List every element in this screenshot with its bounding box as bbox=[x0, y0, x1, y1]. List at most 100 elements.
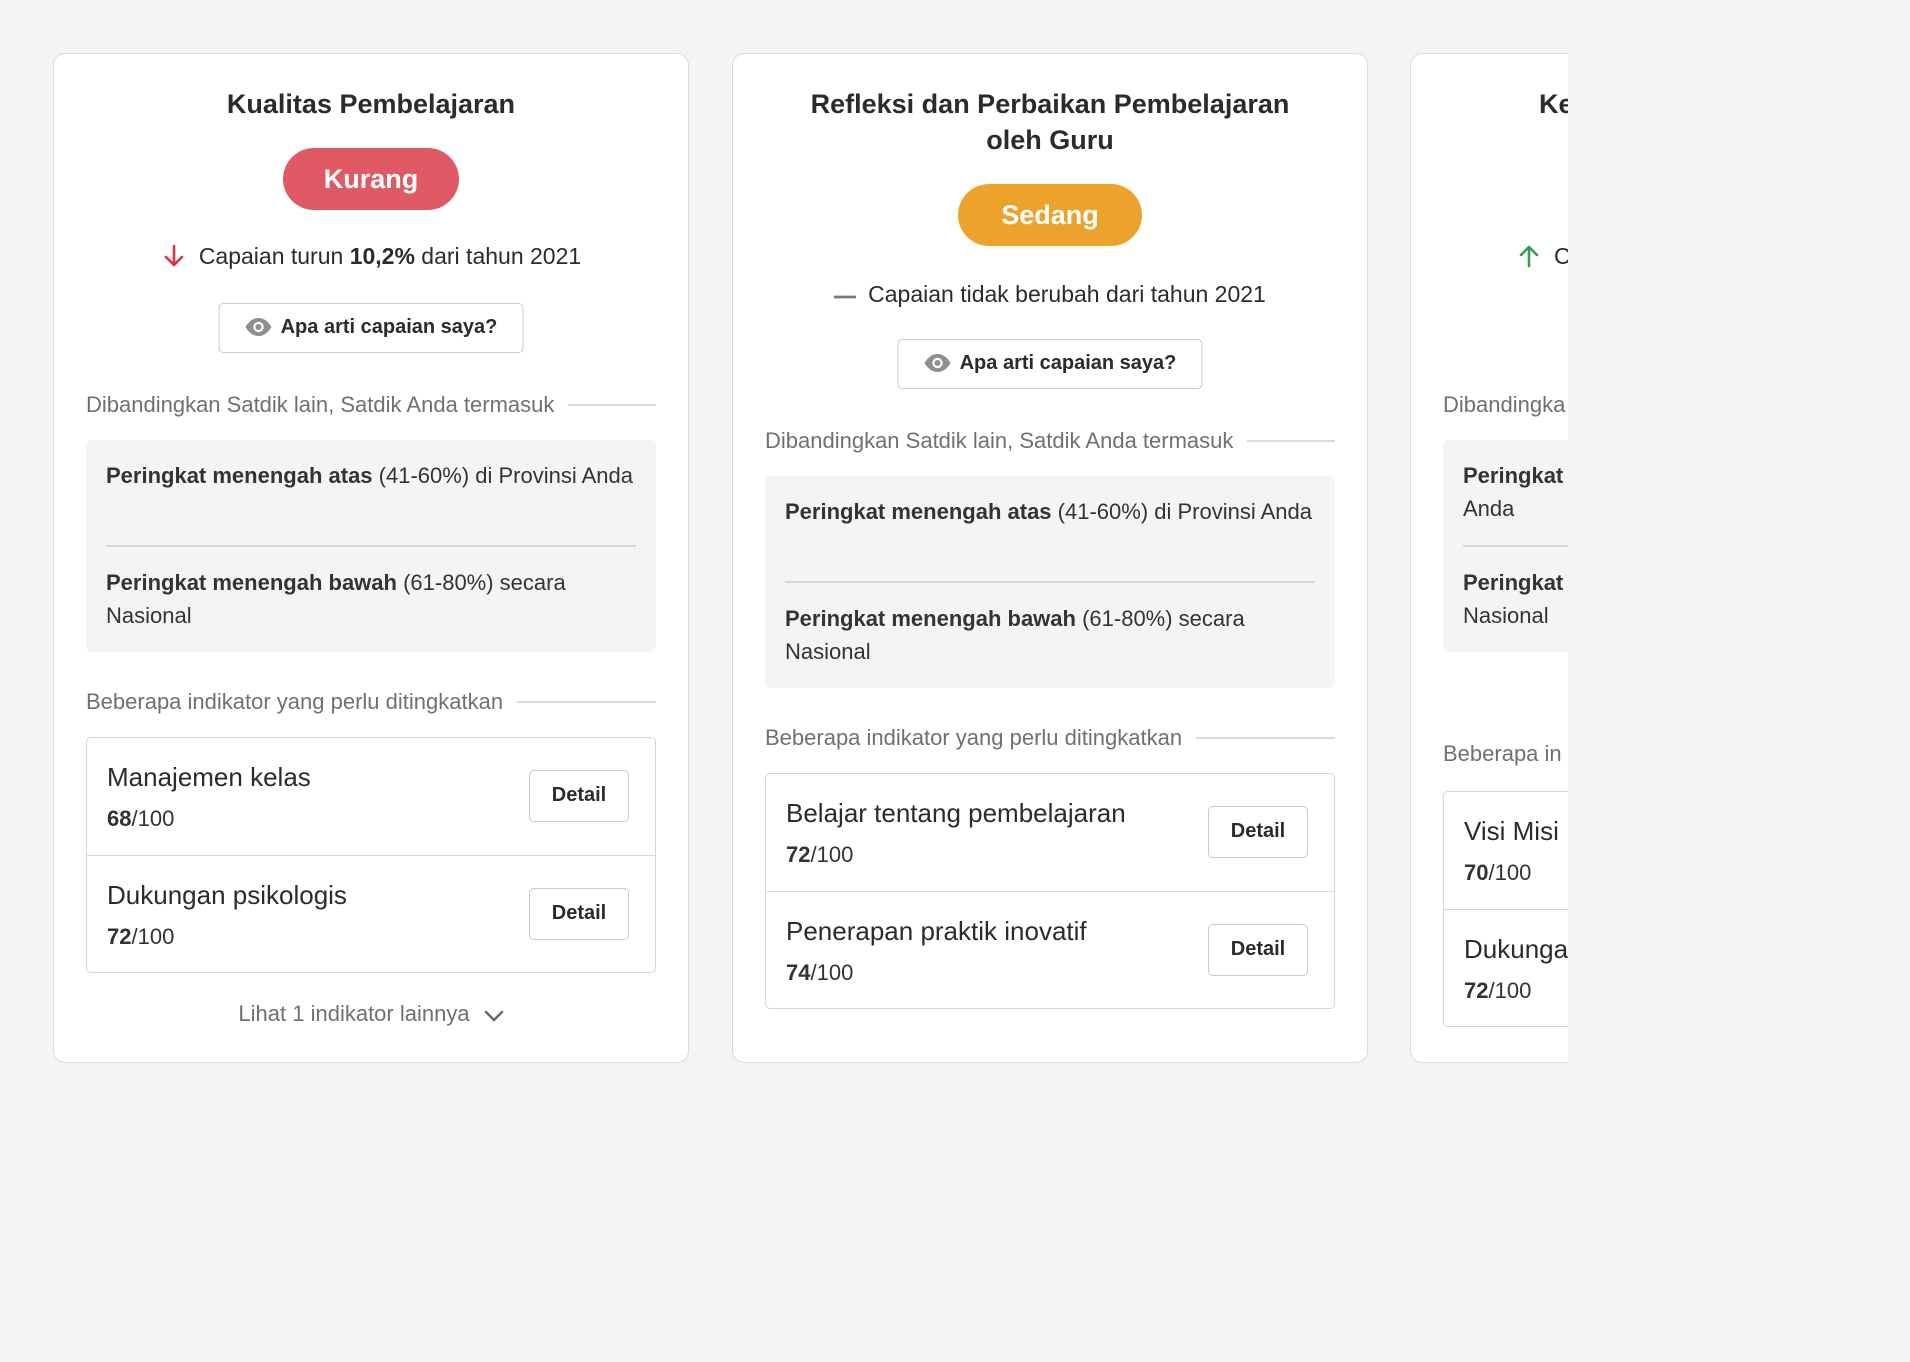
card-title-line: oleh Guru bbox=[986, 125, 1114, 155]
trend-text: Capaian turun 10,2% dari tahun 2021 bbox=[86, 241, 656, 276]
indicator-list: Visi Misi 70/100 Dukunga 72/100 bbox=[1443, 791, 1568, 1027]
rank-rest: Anda bbox=[1463, 496, 1515, 521]
card-title: Ke bbox=[1539, 89, 1568, 119]
rank-bold: Peringkat menengah bawah bbox=[785, 606, 1076, 631]
rank-item-national: Peringkat Nasional bbox=[1463, 566, 1563, 632]
rank-item-province: Peringkat Anda bbox=[1463, 459, 1563, 525]
card-title: Kualitas Pembelajaran bbox=[226, 89, 516, 119]
indicator-name: Belajar tentang pembelajaran bbox=[786, 798, 1126, 828]
score-value: 74 bbox=[786, 960, 811, 985]
compare-label-text: Dibandingkan Satdik lain, Satdik Anda te… bbox=[86, 392, 555, 417]
rank-box: Peringkat menengah atas (41-60%) di Prov… bbox=[765, 476, 1335, 688]
indicator-score: 72/100 bbox=[107, 922, 174, 952]
detail-button[interactable]: Detail bbox=[529, 888, 629, 940]
chevron-down-icon bbox=[484, 1001, 504, 1031]
score-max: /100 bbox=[131, 806, 175, 831]
trend-label: Capaian tidak berubah dari tahun 2021 bbox=[868, 281, 1266, 307]
score-value: 70 bbox=[1464, 860, 1489, 885]
detail-button[interactable]: Detail bbox=[1208, 924, 1308, 976]
divider bbox=[1196, 737, 1335, 739]
indicator-row: Dukungan psikologis 72/100 Detail bbox=[87, 855, 655, 973]
indicator-score: 72/100 bbox=[1464, 976, 1531, 1006]
compare-section-label: Dibandingka bbox=[1443, 392, 1566, 417]
rank-item-national: Peringkat menengah bawah (61-80%) secara… bbox=[106, 566, 636, 632]
indicator-row: Penerapan praktik inovatif 74/100 Detail bbox=[766, 891, 1334, 1009]
divider bbox=[106, 545, 636, 547]
detail-button[interactable]: Detail bbox=[529, 770, 629, 822]
indicator-list: Manajemen kelas 68/100 Detail Dukungan p… bbox=[86, 737, 656, 973]
indicator-name: Visi Misi bbox=[1464, 816, 1559, 846]
card-title: Refleksi dan Perbaikan Pembelajaran oleh… bbox=[765, 86, 1335, 158]
indicator-row: Manajemen kelas 68/100 Detail bbox=[87, 738, 655, 855]
trend-value: 10,2% bbox=[349, 243, 415, 269]
meaning-button-label: Apa arti capaian saya? bbox=[280, 316, 498, 338]
status-badge: Kurang bbox=[283, 148, 459, 210]
score-value: 72 bbox=[1464, 978, 1489, 1003]
trend-suffix: dari tahun 2021 bbox=[414, 243, 582, 269]
rank-bold: Peringkat menengah atas bbox=[785, 499, 1052, 524]
score-max: /100 bbox=[810, 960, 854, 985]
score-value: 72 bbox=[107, 924, 132, 949]
indicator-list: Belajar tentang pembelajaran 72/100 Deta… bbox=[765, 773, 1335, 1009]
compare-label-text: Dibandingkan Satdik lain, Satdik Anda te… bbox=[765, 428, 1234, 453]
compare-section-label: Dibandingkan Satdik lain, Satdik Anda te… bbox=[765, 426, 1335, 456]
rank-item-province: Peringkat menengah atas (41-60%) di Prov… bbox=[785, 495, 1315, 528]
trend-text: Capaian tidak berubah dari tahun 2021 bbox=[765, 277, 1335, 309]
rank-rest: (41-60%) di Provinsi Anda bbox=[372, 463, 634, 488]
rank-box: Peringkat Anda Peringkat Nasional bbox=[1443, 440, 1568, 652]
indicator-score: 72/100 bbox=[786, 840, 853, 870]
divider bbox=[517, 701, 656, 703]
rank-bold: Peringkat bbox=[1463, 463, 1564, 488]
indicator-name: Dukungan psikologis bbox=[107, 880, 347, 910]
trend-text: C bbox=[1554, 241, 1568, 271]
indicators-label-text: Beberapa indikator yang perlu ditingkatk… bbox=[86, 689, 504, 714]
trend-prefix: Capaian turun bbox=[198, 243, 350, 269]
rank-bold: Peringkat menengah atas bbox=[106, 463, 373, 488]
report-card-partial: Ke C Dibandingka Peringkat Anda Peringkat… bbox=[1410, 53, 1568, 1063]
dash-icon bbox=[833, 277, 857, 307]
rank-item-national: Peringkat menengah bawah (61-80%) secara… bbox=[785, 602, 1315, 668]
rank-box: Peringkat menengah atas (41-60%) di Prov… bbox=[86, 440, 656, 652]
status-badge: Sedang bbox=[958, 184, 1142, 246]
detail-button[interactable]: Detail bbox=[1208, 806, 1308, 858]
meaning-button[interactable]: Apa arti capaian saya? bbox=[218, 303, 524, 355]
meaning-button-label: Apa arti capaian saya? bbox=[959, 352, 1177, 374]
meaning-button[interactable]: Apa arti capaian saya? bbox=[897, 339, 1203, 391]
arrow-up-icon bbox=[1516, 243, 1542, 274]
indicators-section-label: Beberapa in bbox=[1443, 741, 1562, 766]
indicators-section-label: Beberapa indikator yang perlu ditingkatk… bbox=[86, 687, 656, 717]
card-title-line: Refleksi dan Perbaikan Pembelajaran bbox=[810, 89, 1290, 119]
indicator-name: Dukunga bbox=[1464, 934, 1568, 964]
score-max: /100 bbox=[1488, 860, 1532, 885]
see-more-label: Lihat 1 indikator lainnya bbox=[238, 1001, 470, 1026]
indicator-name: Manajemen kelas bbox=[107, 762, 311, 792]
indicator-score: 74/100 bbox=[786, 958, 853, 988]
score-max: /100 bbox=[810, 842, 854, 867]
divider bbox=[568, 404, 656, 406]
rank-item-province: Peringkat menengah atas (41-60%) di Prov… bbox=[106, 459, 636, 492]
indicators-section-label: Beberapa indikator yang perlu ditingkatk… bbox=[765, 723, 1335, 753]
indicator-score: 70/100 bbox=[1464, 858, 1531, 888]
rank-bold: Peringkat menengah bawah bbox=[106, 570, 397, 595]
divider bbox=[1463, 545, 1568, 547]
indicator-row: Dukunga 72/100 bbox=[1444, 909, 1568, 1027]
divider bbox=[785, 581, 1315, 583]
report-card-kualitas-pembelajaran: Kualitas Pembelajaran Kurang Capaian tur… bbox=[53, 53, 689, 1063]
score-max: /100 bbox=[1488, 978, 1532, 1003]
indicator-row: Visi Misi 70/100 bbox=[1444, 792, 1568, 909]
eye-icon bbox=[245, 308, 273, 355]
see-more-link[interactable]: Lihat 1 indikator lainnya bbox=[86, 999, 656, 1031]
compare-section-label: Dibandingkan Satdik lain, Satdik Anda te… bbox=[86, 390, 656, 420]
indicator-name: Penerapan praktik inovatif bbox=[786, 916, 1087, 946]
arrow-down-icon bbox=[161, 243, 187, 276]
divider bbox=[1247, 440, 1335, 442]
rank-rest: Nasional bbox=[1463, 603, 1549, 628]
indicator-row: Belajar tentang pembelajaran 72/100 Deta… bbox=[766, 774, 1334, 891]
indicators-label-text: Beberapa indikator yang perlu ditingkatk… bbox=[765, 725, 1183, 750]
score-max: /100 bbox=[131, 924, 175, 949]
score-value: 72 bbox=[786, 842, 811, 867]
eye-icon bbox=[924, 344, 952, 391]
indicator-score: 68/100 bbox=[107, 804, 174, 834]
score-value: 68 bbox=[107, 806, 132, 831]
rank-bold: Peringkat bbox=[1463, 570, 1564, 595]
